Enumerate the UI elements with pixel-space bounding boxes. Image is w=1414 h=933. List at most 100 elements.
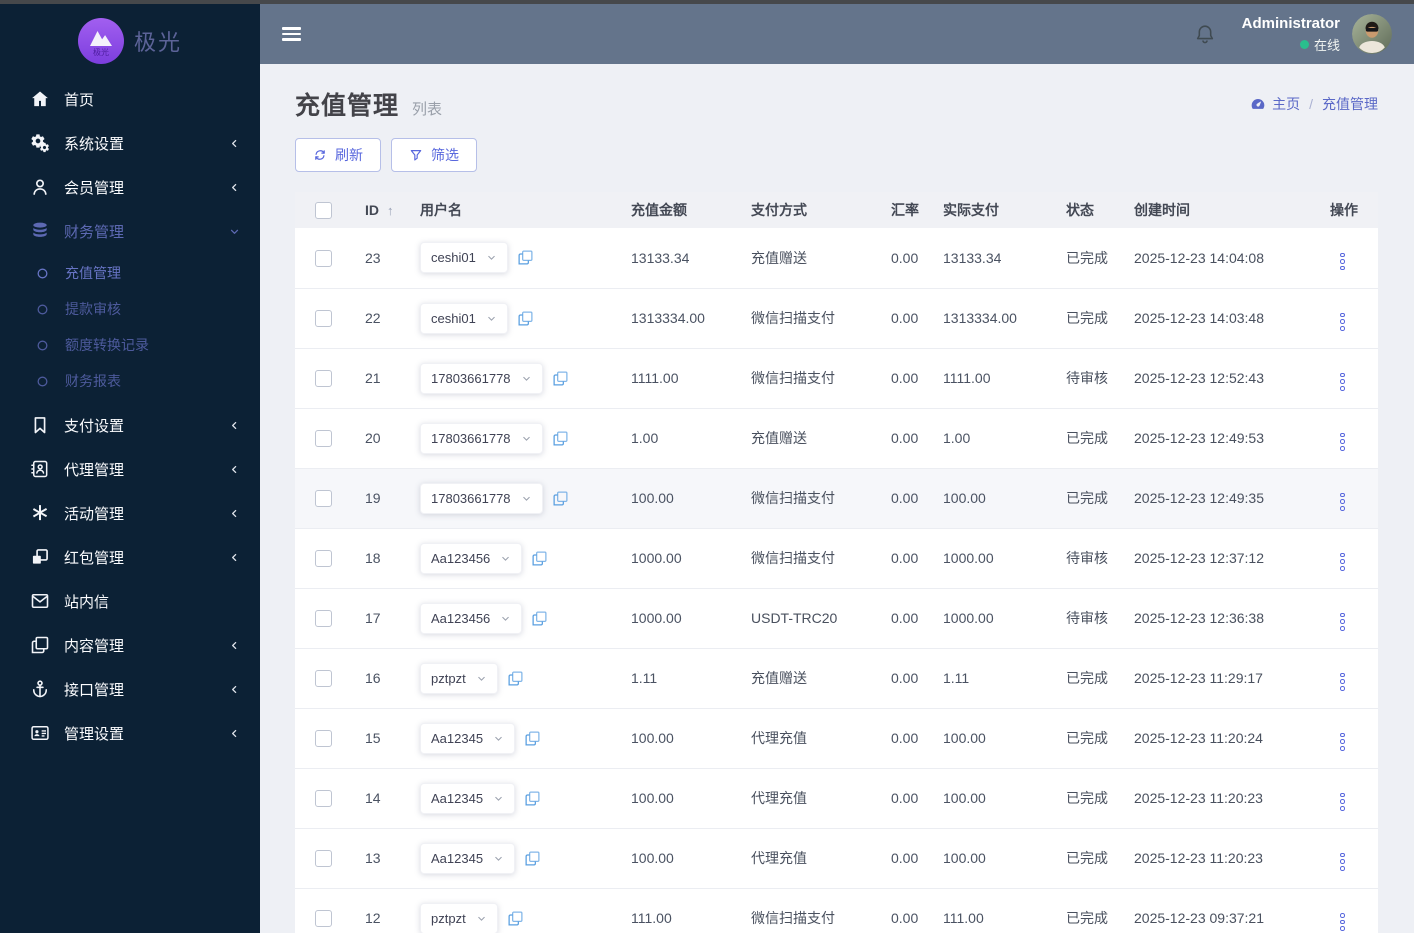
username-dropdown[interactable]: ceshi01 <box>420 242 508 274</box>
row-checkbox[interactable] <box>315 429 332 447</box>
cell-rate: 0.00 <box>871 647 923 708</box>
column-header-method[interactable]: 支付方式 <box>731 192 871 228</box>
copy-icon[interactable] <box>507 910 524 927</box>
more-actions-button[interactable] <box>1340 732 1345 752</box>
sidebar-item-redpacket-management[interactable]: 红包管理 <box>0 535 260 579</box>
cell-created: 2025-12-23 11:20:24 <box>1114 707 1310 768</box>
cell-created: 2025-12-23 12:36:38 <box>1114 587 1310 648</box>
cell-username: Aa12345 <box>420 782 611 814</box>
sidebar-subitem-financial-reports[interactable]: 财务报表 <box>0 363 260 399</box>
row-checkbox[interactable] <box>315 669 332 687</box>
username-dropdown[interactable]: Aa12345 <box>420 842 516 874</box>
sidebar-item-label: 会员管理 <box>64 179 125 197</box>
row-checkbox[interactable] <box>315 910 332 928</box>
filter-button[interactable]: 筛选 <box>391 138 477 172</box>
select-all-checkbox[interactable] <box>315 201 332 219</box>
row-checkbox[interactable] <box>315 789 332 807</box>
sidebar-item-home[interactable]: 首页 <box>0 77 260 121</box>
column-header-actual[interactable]: 实际支付 <box>923 192 1046 228</box>
sidebar-subitem-quota-conversion-records[interactable]: 额度转换记录 <box>0 327 260 363</box>
sidebar-subitem-recharge-management[interactable]: 充值管理 <box>0 255 260 291</box>
more-actions-button[interactable] <box>1340 552 1345 572</box>
row-checkbox[interactable] <box>315 609 332 627</box>
more-actions-button[interactable] <box>1340 251 1345 271</box>
sidebar-item-api-management[interactable]: 接口管理 <box>0 667 260 711</box>
column-header-status[interactable]: 状态 <box>1046 192 1114 228</box>
column-header-username[interactable]: 用户名 <box>400 192 611 228</box>
sidebar-item-content-management[interactable]: 内容管理 <box>0 623 260 667</box>
sidebar-item-label: 活动管理 <box>64 505 125 523</box>
sidebar-item-site-messages[interactable]: 站内信 <box>0 579 260 623</box>
row-checkbox[interactable] <box>315 249 332 267</box>
more-actions-button[interactable] <box>1340 672 1345 692</box>
sidebar-item-agent-management[interactable]: 代理管理 <box>0 447 260 491</box>
more-actions-button[interactable] <box>1340 852 1345 872</box>
row-checkbox[interactable] <box>315 549 332 567</box>
cell-status: 已完成 <box>1046 407 1114 468</box>
sidebar-subitem-withdrawal-review[interactable]: 提款审核 <box>0 291 260 327</box>
brand[interactable]: 极光 极光 <box>0 4 260 77</box>
more-actions-button[interactable] <box>1340 312 1345 332</box>
cell-method: 微信扫描支付 <box>731 467 871 528</box>
column-header-amount[interactable]: 充值金额 <box>611 192 731 228</box>
username-dropdown[interactable]: pztpzt <box>420 662 498 694</box>
username-dropdown[interactable]: pztpzt <box>420 902 498 933</box>
more-actions-button[interactable] <box>1340 492 1345 512</box>
username-dropdown[interactable]: Aa123456 <box>420 542 523 574</box>
copy-icon[interactable] <box>524 790 541 807</box>
menu-toggle-button[interactable] <box>282 27 301 41</box>
topbar: Administrator 在线 <box>260 4 1414 64</box>
copy-icon[interactable] <box>552 490 569 507</box>
copy-icon[interactable] <box>517 249 534 266</box>
refresh-button[interactable]: 刷新 <box>295 138 381 172</box>
username-dropdown[interactable]: 17803661778 <box>420 362 543 394</box>
copy-icon[interactable] <box>507 670 524 687</box>
cell-status: 已完成 <box>1046 647 1114 708</box>
username-dropdown[interactable]: Aa123456 <box>420 602 523 634</box>
username-dropdown[interactable]: 17803661778 <box>420 422 543 454</box>
copy-icon[interactable] <box>531 610 548 627</box>
more-actions-button[interactable] <box>1340 612 1345 632</box>
sidebar-item-payment-settings[interactable]: 支付设置 <box>0 403 260 447</box>
more-actions-button[interactable] <box>1340 792 1345 812</box>
copy-icon[interactable] <box>524 850 541 867</box>
cell-method: 代理充值 <box>731 707 871 768</box>
toolbar: 刷新 筛选 <box>295 138 1378 172</box>
sidebar-item-member-management[interactable]: 会员管理 <box>0 165 260 209</box>
cell-actual: 13133.34 <box>923 228 1046 288</box>
cell-username: Aa12345 <box>420 842 611 874</box>
row-checkbox[interactable] <box>315 309 332 327</box>
avatar[interactable] <box>1352 14 1392 54</box>
column-header-rate[interactable]: 汇率 <box>871 192 923 228</box>
row-checkbox[interactable] <box>315 849 332 867</box>
row-checkbox[interactable] <box>315 729 332 747</box>
copy-icon[interactable] <box>524 730 541 747</box>
column-header-created[interactable]: 创建时间 <box>1114 192 1310 228</box>
dashboard-icon <box>1250 96 1266 112</box>
row-checkbox[interactable] <box>315 369 332 387</box>
more-actions-button[interactable] <box>1340 432 1345 452</box>
row-checkbox[interactable] <box>315 489 332 507</box>
cell-created: 2025-12-23 11:20:23 <box>1114 767 1310 828</box>
cell-username: ceshi01 <box>420 242 611 274</box>
more-actions-button[interactable] <box>1340 912 1345 932</box>
copy-icon[interactable] <box>517 310 534 327</box>
username-dropdown[interactable]: 17803661778 <box>420 482 543 514</box>
username-dropdown[interactable]: ceshi01 <box>420 302 508 334</box>
copy-icon[interactable] <box>552 370 569 387</box>
sidebar-item-admin-settings[interactable]: 管理设置 <box>0 711 260 755</box>
breadcrumb-home[interactable]: 主页 <box>1272 94 1300 114</box>
column-header-id[interactable]: ID ↑ <box>345 192 400 228</box>
sidebar-item-finance-management[interactable]: 财务管理 <box>0 209 260 253</box>
sidebar-item-activity-management[interactable]: 活动管理 <box>0 491 260 535</box>
copy-icon[interactable] <box>552 430 569 447</box>
sort-asc-icon: ↑ <box>387 203 394 218</box>
user-meta[interactable]: Administrator 在线 <box>1242 15 1340 54</box>
username-dropdown[interactable]: Aa12345 <box>420 722 516 754</box>
copy-icon[interactable] <box>531 550 548 567</box>
more-actions-button[interactable] <box>1340 372 1345 392</box>
breadcrumb-current[interactable]: 充值管理 <box>1322 94 1378 114</box>
notification-bell-icon[interactable] <box>1194 22 1216 46</box>
sidebar-item-system-settings[interactable]: 系统设置 <box>0 121 260 165</box>
username-dropdown[interactable]: Aa12345 <box>420 782 516 814</box>
